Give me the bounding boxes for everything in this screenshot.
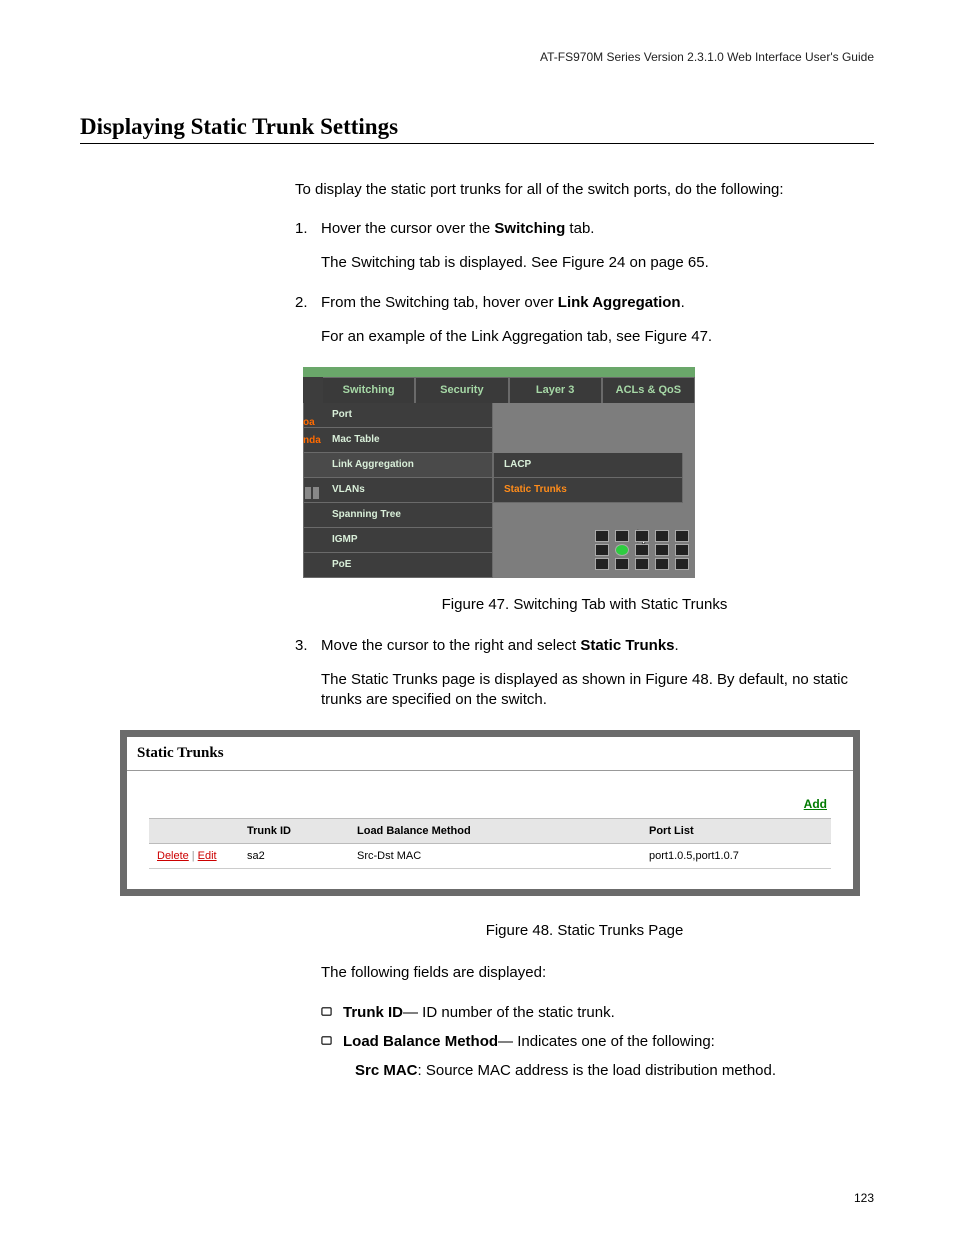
section-title: Displaying Static Trunk Settings: [80, 114, 874, 144]
step-1-note: The Switching tab is displayed. See Figu…: [321, 253, 874, 273]
menu-item-igmp[interactable]: IGMP: [303, 528, 493, 553]
cell-load-balance-method: Src-Dst MAC: [349, 844, 641, 869]
device-icon: [305, 487, 321, 499]
bullet-icon: [321, 1004, 343, 1021]
step-2-text-post: .: [681, 294, 685, 311]
submenu-static-label: Static Trunks: [504, 484, 567, 495]
menu-item-vlans[interactable]: VLANs: [303, 478, 493, 503]
step-2-text-pre: From the Switching tab, hover over: [321, 294, 558, 311]
col-trunk-id: Trunk ID: [239, 819, 349, 844]
step-1-text-pre: Hover the cursor over the: [321, 220, 494, 237]
step-number: 3.: [295, 637, 321, 654]
edge-text-1: oa: [303, 417, 315, 428]
menu-item-mac-table[interactable]: Mac Table: [303, 428, 493, 453]
menu-item-port[interactable]: Port: [303, 403, 493, 428]
table-header-row: Trunk ID Load Balance Method Port List: [149, 819, 831, 844]
step-3-text-post: .: [675, 637, 679, 654]
static-trunks-table: Trunk ID Load Balance Method Port List D…: [149, 818, 831, 869]
figure-48-caption: Figure 48. Static Trunks Page: [295, 922, 874, 939]
field-desc: — ID number of the static trunk.: [403, 1004, 615, 1021]
figure-48: Static Trunks Add Trunk ID Load Balance …: [120, 730, 860, 896]
step-2-note: For an example of the Link Aggregation t…: [321, 327, 874, 347]
step-3-bold: Static Trunks: [580, 637, 674, 654]
step-number: 1.: [295, 220, 321, 237]
submenu-item-static-trunks[interactable]: Static Trunks: [493, 478, 683, 503]
field-trunk-id: Trunk ID— ID number of the static trunk.: [321, 1004, 874, 1021]
edit-link[interactable]: Edit: [198, 850, 217, 862]
step-3-note: The Static Trunks page is displayed as s…: [321, 670, 874, 711]
figure-47-caption: Figure 47. Switching Tab with Static Tru…: [295, 596, 874, 613]
figure-47: oa nda Switching Security Layer 3 ACLs &…: [303, 367, 874, 578]
step-number: 2.: [295, 294, 321, 311]
menu-item-link-aggregation[interactable]: Link Aggregation: [303, 453, 493, 478]
delete-link[interactable]: Delete: [157, 850, 189, 862]
tab-security[interactable]: Security: [415, 377, 508, 403]
page-header: AT-FS970M Series Version 2.3.1.0 Web Int…: [80, 50, 874, 64]
step-3: 3.Move the cursor to the right and selec…: [295, 637, 874, 654]
tab-acls-qos[interactable]: ACLs & QoS: [602, 377, 695, 403]
tab-layer3[interactable]: Layer 3: [509, 377, 602, 403]
step-1-text-post: tab.: [565, 220, 594, 237]
intro-paragraph: To display the static port trunks for al…: [295, 180, 874, 200]
submenu-item-lacp[interactable]: LACP: [493, 453, 683, 478]
step-2-bold: Link Aggregation: [558, 294, 681, 311]
port-diagram: [595, 528, 689, 572]
col-port-list: Port List: [641, 819, 831, 844]
col-actions: [149, 819, 239, 844]
field-label: Trunk ID: [343, 1004, 403, 1021]
field-load-balance-method: Load Balance Method— Indicates one of th…: [321, 1033, 874, 1050]
src-mac-text: : Source MAC address is the load distrib…: [418, 1062, 777, 1079]
step-3-text-pre: Move the cursor to the right and select: [321, 637, 580, 654]
table-row: Delete|Edit sa2 Src-Dst MAC port1.0.5,po…: [149, 844, 831, 869]
bullet-icon: [321, 1033, 343, 1050]
cell-trunk-id: sa2: [239, 844, 349, 869]
separator: |: [192, 850, 195, 862]
edge-text-2: nda: [303, 435, 321, 446]
step-1-bold: Switching: [494, 220, 565, 237]
col-load-balance-method: Load Balance Method: [349, 819, 641, 844]
src-mac-label: Src MAC: [355, 1062, 418, 1079]
panel-title: Static Trunks: [127, 737, 853, 771]
step-1: 1.Hover the cursor over the Switching ta…: [295, 220, 874, 237]
tab-switching[interactable]: Switching: [323, 377, 415, 403]
add-link[interactable]: Add: [804, 797, 827, 811]
page-number: 123: [854, 1191, 874, 1205]
fields-intro: The following fields are displayed:: [321, 963, 874, 983]
menu-item-poe[interactable]: PoE: [303, 553, 493, 578]
step-2: 2.From the Switching tab, hover over Lin…: [295, 294, 874, 311]
menu-item-spanning-tree[interactable]: Spanning Tree: [303, 503, 493, 528]
field-label: Load Balance Method: [343, 1033, 498, 1050]
src-mac-desc: Src MAC: Source MAC address is the load …: [355, 1062, 874, 1079]
field-desc: — Indicates one of the following:: [498, 1033, 715, 1050]
cell-port-list: port1.0.5,port1.0.7: [641, 844, 831, 869]
